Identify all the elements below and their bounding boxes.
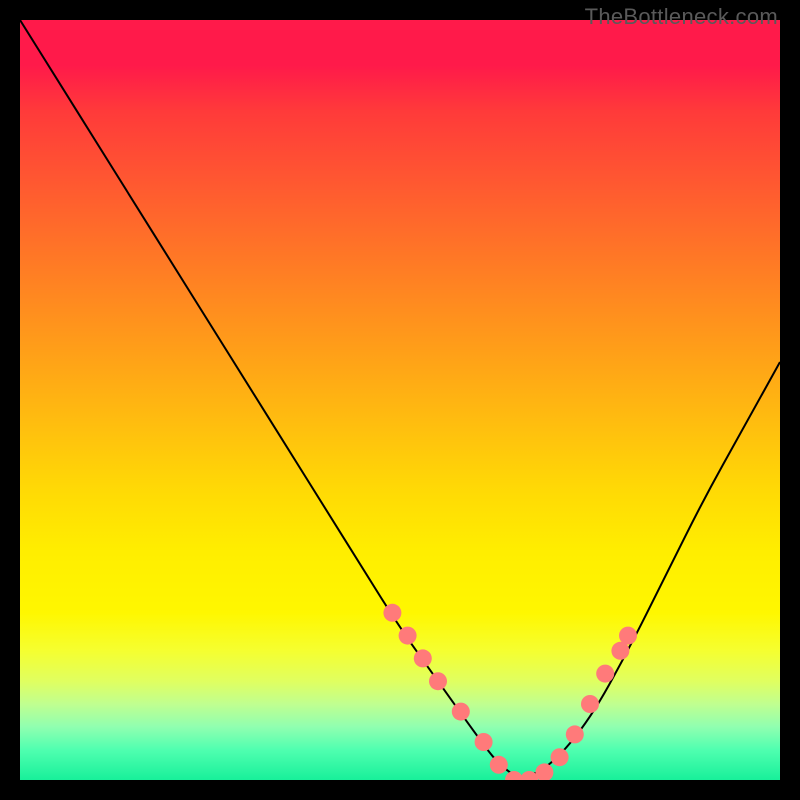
watermark-text: TheBottleneck.com (585, 4, 778, 30)
marker-dots (383, 604, 637, 780)
bottleneck-curve-line (20, 20, 780, 776)
chart-svg (20, 20, 780, 780)
